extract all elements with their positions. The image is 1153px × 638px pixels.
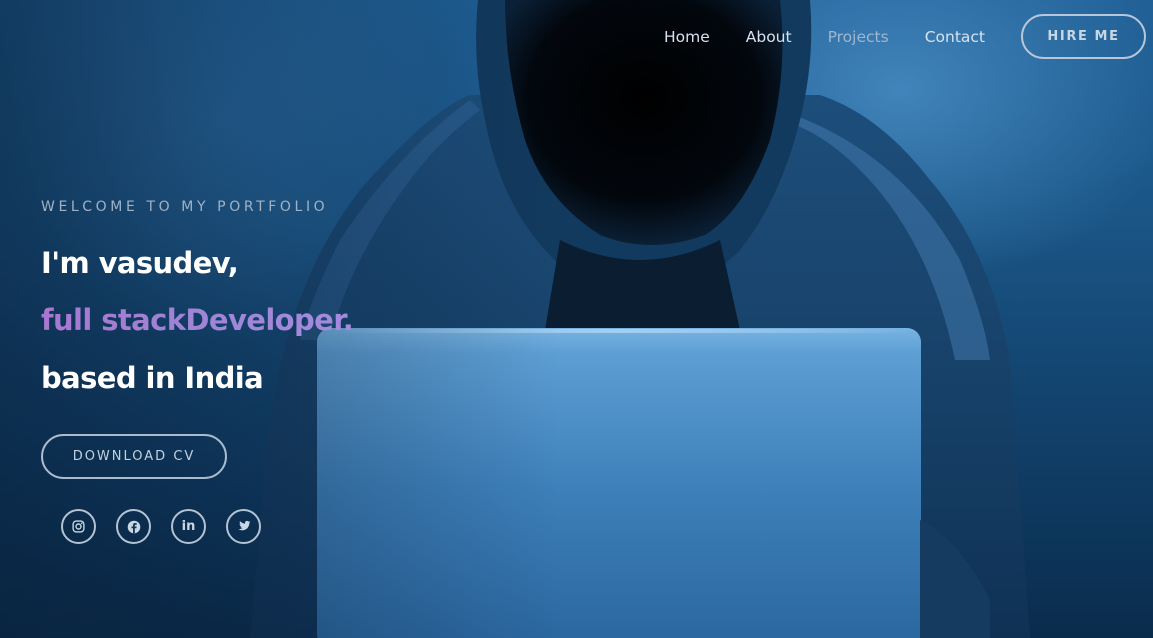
nav-link-home[interactable]: Home [664,28,710,46]
download-cv-button[interactable]: DOWNLOAD CV [41,434,227,479]
nav-link-projects[interactable]: Projects [828,28,889,46]
nav-link-contact[interactable]: Contact [925,28,985,46]
headline-name: I'm vasudev, [41,246,239,280]
facebook-icon [127,520,140,533]
nav-link-about[interactable]: About [746,28,792,46]
headline-location: based in India [41,361,264,395]
headline-role: full stackDeveloper. [41,303,354,337]
instagram-link[interactable] [61,509,96,544]
linkedin-icon: in [181,519,196,534]
twitter-icon [238,520,251,531]
instagram-icon [72,520,85,533]
linkedin-link[interactable]: in [171,509,206,544]
hire-me-button[interactable]: HIRE ME [1021,14,1146,59]
top-navbar: Home About Projects Contact HIRE ME [664,14,1146,59]
social-links: in [61,509,281,544]
welcome-eyebrow: WELCOME TO MY PORTFOLIO [41,199,329,215]
twitter-link[interactable] [226,509,261,544]
facebook-link[interactable] [116,509,151,544]
